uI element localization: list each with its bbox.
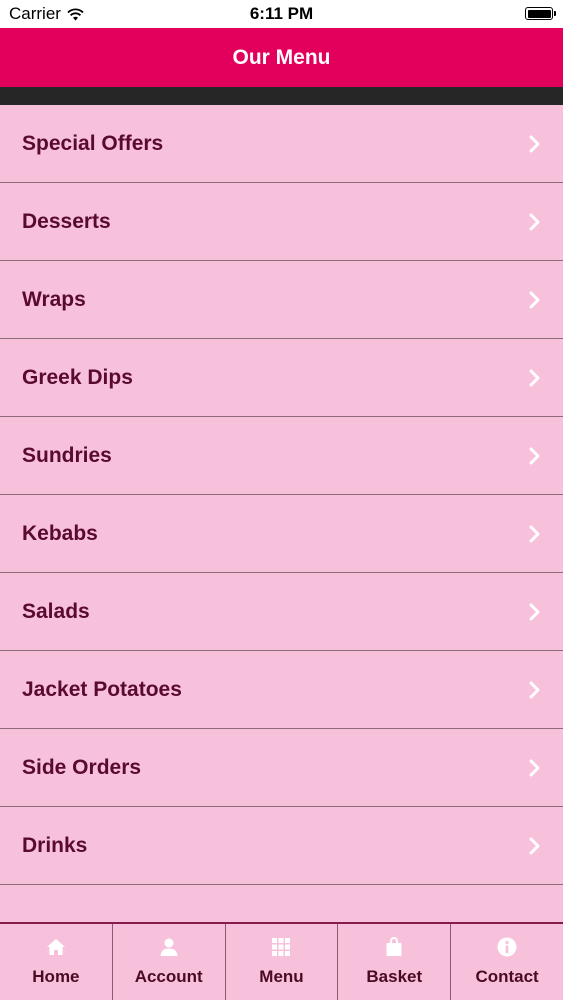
tab-label: Menu	[259, 967, 304, 986]
tab-bar: Home Account Menu Basket Contact	[0, 922, 563, 1000]
user-icon	[158, 936, 180, 958]
chevron-right-icon	[525, 446, 545, 466]
menu-list: Special Offers Desserts Wraps Greek Dips…	[0, 105, 563, 922]
battery-icon	[525, 7, 556, 20]
menu-item-label: Sundries	[22, 443, 112, 467]
menu-item-label: Kebabs	[22, 521, 98, 545]
chevron-right-icon	[525, 290, 545, 310]
grid-icon	[270, 936, 292, 958]
chevron-right-icon	[525, 680, 545, 700]
tab-label: Contact	[475, 967, 539, 986]
tab-account[interactable]: Account	[113, 924, 226, 1000]
info-icon	[496, 936, 518, 958]
menu-item-label: Special Offers	[22, 131, 164, 155]
tab-contact[interactable]: Contact	[451, 924, 563, 1000]
menu-item-label: Wraps	[22, 287, 86, 311]
status-time: 6:11 PM	[249, 4, 314, 23]
app-header: Our Menu	[0, 28, 563, 87]
menu-item-label: Desserts	[22, 209, 111, 233]
menu-item-side-orders[interactable]: Side Orders	[0, 729, 563, 807]
menu-item-kebabs[interactable]: Kebabs	[0, 495, 563, 573]
tab-label: Home	[32, 967, 80, 986]
menu-item-drinks[interactable]: Drinks	[0, 807, 563, 885]
status-bar: Carrier 6:11 PM	[0, 0, 563, 28]
tab-home[interactable]: Home	[0, 924, 113, 1000]
home-icon	[45, 936, 67, 958]
menu-item-jacket-potatoes[interactable]: Jacket Potatoes	[0, 651, 563, 729]
menu-item-desserts[interactable]: Desserts	[0, 183, 563, 261]
chevron-right-icon	[525, 758, 545, 778]
menu-item-label: Salads	[22, 599, 90, 623]
tab-label: Basket	[366, 967, 423, 986]
tab-menu[interactable]: Menu	[226, 924, 339, 1000]
chevron-right-icon	[525, 524, 545, 544]
tab-basket[interactable]: Basket	[338, 924, 452, 1000]
chevron-right-icon	[525, 134, 545, 154]
menu-item-special-offers[interactable]: Special Offers	[0, 105, 563, 183]
menu-item-label: Side Orders	[22, 755, 142, 779]
menu-item-label: Jacket Potatoes	[22, 677, 182, 701]
menu-item-greek-dips[interactable]: Greek Dips	[0, 339, 563, 417]
chevron-right-icon	[525, 836, 545, 856]
menu-item-sundries[interactable]: Sundries	[0, 417, 563, 495]
menu-item-salads[interactable]: Salads	[0, 573, 563, 651]
page-title: Our Menu	[232, 45, 331, 69]
chevron-right-icon	[525, 602, 545, 622]
menu-item-label: Greek Dips	[22, 365, 133, 389]
chevron-right-icon	[525, 368, 545, 388]
header-divider	[0, 87, 563, 105]
basket-icon	[383, 936, 405, 958]
menu-item-wraps[interactable]: Wraps	[0, 261, 563, 339]
menu-item-label: Drinks	[22, 833, 88, 857]
tab-label: Account	[134, 967, 203, 986]
chevron-right-icon	[525, 212, 545, 232]
